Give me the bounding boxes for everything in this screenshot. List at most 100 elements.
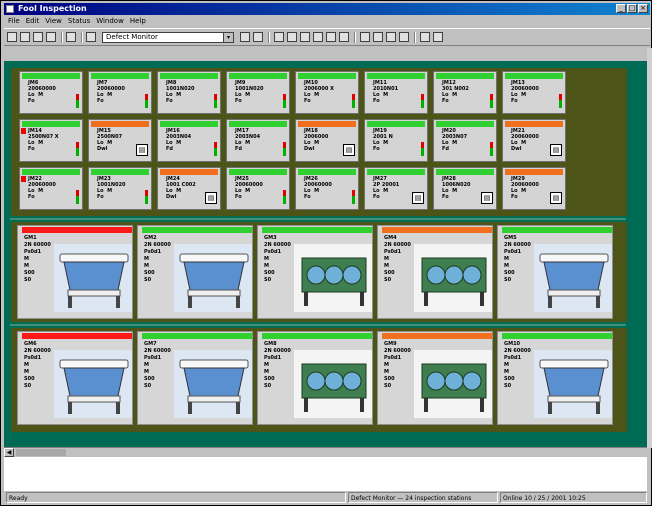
report-icon[interactable]: ▤ <box>136 144 148 156</box>
station-card[interactable]: JM20 2003N07 Lo M Fd <box>433 119 497 162</box>
machine-card[interactable]: GM9 2N 60000 Ps0d1 M M S00 S0 <box>377 331 493 425</box>
list-icon[interactable] <box>313 32 323 42</box>
machine-card[interactable]: GM6 2N 60000 Ps0d1 M M S00 S0 <box>17 331 133 425</box>
menu-edit[interactable]: Edit <box>26 16 40 26</box>
report-icon[interactable]: ▤ <box>343 144 355 156</box>
menu-window[interactable]: Window <box>96 16 124 26</box>
help-icon[interactable] <box>420 32 430 42</box>
small-station-group: JM6 20060000 Lo M Fo JM7 20060000 Lo M Fo… <box>11 68 627 216</box>
menu-help[interactable]: Help <box>130 16 146 26</box>
station-status-header <box>91 73 149 79</box>
station-info: JM18 2006000 Lo M Dwl <box>304 128 329 152</box>
station-card[interactable]: JM29 20060000 Lo M Fo ▤ <box>502 167 566 210</box>
cursor-icon[interactable] <box>274 32 284 42</box>
station-card[interactable]: JM28 1006N020 Lo M Fo ▤ <box>433 167 497 210</box>
machine-image <box>534 244 612 312</box>
open-icon[interactable] <box>20 32 30 42</box>
station-card[interactable]: JM23 1001N020 Lo M Fo <box>88 167 152 210</box>
down-icon[interactable] <box>386 32 396 42</box>
status-left: Ready <box>6 492 346 503</box>
report-icon[interactable]: ▤ <box>481 192 493 204</box>
station-card[interactable]: JM11 2010N01 Lo M Fo <box>364 71 428 114</box>
report-icon[interactable]: ▤ <box>412 192 424 204</box>
alarm-icon[interactable] <box>360 32 370 42</box>
scroll-thumb[interactable] <box>16 449 66 456</box>
zoom-icon[interactable] <box>66 32 76 42</box>
scroll-left-icon[interactable]: ◀ <box>4 448 14 457</box>
machine-status-header <box>22 333 132 339</box>
cut-icon[interactable] <box>287 32 297 42</box>
station-info: JM13 20060000 Lo M Fo <box>511 80 539 104</box>
machine-card[interactable]: GM10 2N 60000 Ps0d1 M M S00 S0 <box>497 331 613 425</box>
station-status-header <box>436 169 494 175</box>
maximize-button[interactable]: □ <box>627 4 637 13</box>
station-card[interactable]: JM26 20060000 Lo M Fo <box>295 167 359 210</box>
station-card[interactable]: JM19 2001 N Lo M Fo <box>364 119 428 162</box>
menu-view[interactable]: View <box>45 16 62 26</box>
station-info: JM11 2010N01 Lo M Fo <box>373 80 399 104</box>
station-card[interactable]: JM8 1001N020 Lo M Fo <box>157 71 221 114</box>
view-select[interactable]: Defect Monitor ▾ <box>102 32 234 43</box>
minimize-button[interactable]: _ <box>616 4 626 13</box>
station-card[interactable]: JM6 20060000 Lo M Fo <box>19 71 83 114</box>
machine-image <box>174 244 252 312</box>
status-right: Online 10 / 25 / 2001 10:25 <box>500 492 647 503</box>
new-icon[interactable] <box>7 32 17 42</box>
machine-card[interactable]: GM8 2N 60000 Ps0d1 M M S00 S0 <box>257 331 373 425</box>
up-icon[interactable] <box>399 32 409 42</box>
station-card[interactable]: JM13 20060000 Lo M Fo <box>502 71 566 114</box>
toolbar-separator <box>268 32 270 43</box>
level-bar-icon <box>352 190 355 204</box>
vertical-scrollbar[interactable] <box>647 48 652 448</box>
machine-card[interactable]: GM5 2N 60000 Ps0d1 M M S00 S0 <box>497 225 613 319</box>
station-card[interactable]: JM16 2003N04 Lo M Fd <box>157 119 221 162</box>
machine-card[interactable]: GM4 2N 60000 Ps0d1 M M S00 S0 <box>377 225 493 319</box>
station-info: JM27 2P 20001 Lo M Fo <box>373 176 400 200</box>
refresh-icon[interactable] <box>240 32 250 42</box>
machine-card[interactable]: GM1 2N 60000 Ps0d1 M M S00 S0 <box>17 225 133 319</box>
alarm-flag-icon <box>21 176 26 182</box>
horizontal-scrollbar[interactable]: ◀ <box>4 447 647 457</box>
filter-icon[interactable] <box>86 32 96 42</box>
menu-file[interactable]: File <box>8 16 20 26</box>
settings-icon[interactable] <box>433 32 443 42</box>
sort-icon[interactable] <box>373 32 383 42</box>
print-icon[interactable] <box>46 32 56 42</box>
machine-white-icon <box>534 350 612 418</box>
station-card[interactable]: JM14 2500N07 X Lo M Fo <box>19 119 83 162</box>
station-card[interactable]: JM9 1001N020 Lo M Fo <box>226 71 290 114</box>
station-card[interactable]: JM24 1001 C002 Lo M Dwl ▤ <box>157 167 221 210</box>
machine-card[interactable]: GM7 2N 60000 Ps0d1 M M S00 S0 <box>137 331 253 425</box>
station-card[interactable]: JM18 2006000 Lo M Dwl ▤ <box>295 119 359 162</box>
details-icon[interactable] <box>339 32 349 42</box>
station-status-header <box>505 169 563 175</box>
close-button[interactable]: × <box>638 4 648 13</box>
station-card[interactable]: JM27 2P 20001 Lo M Fo ▤ <box>364 167 428 210</box>
station-card[interactable]: JM15 2500N07 Lo M Dwl ▤ <box>88 119 152 162</box>
empty-area <box>4 457 647 491</box>
machine-status-header <box>22 227 132 233</box>
machine-card[interactable]: GM2 2N 60000 Ps0d1 M M S00 S0 <box>137 225 253 319</box>
station-card[interactable]: JM12 301 N002 Lo M Fo <box>433 71 497 114</box>
save-icon[interactable] <box>33 32 43 42</box>
station-card[interactable]: JM22 20060000 Lo M Fo <box>19 167 83 210</box>
chevron-down-icon[interactable]: ▾ <box>223 33 233 42</box>
report-icon[interactable]: ▤ <box>550 144 562 156</box>
machine-card[interactable]: GM3 2N 60000 Ps0d1 M M S00 S0 <box>257 225 373 319</box>
report-icon[interactable]: ▤ <box>205 192 217 204</box>
station-card[interactable]: JM25 20060000 Lo M Fo <box>226 167 290 210</box>
level-bar-alarm <box>214 94 217 100</box>
tile-icon[interactable] <box>326 32 336 42</box>
grid-icon[interactable] <box>300 32 310 42</box>
toolbar-separator <box>414 32 416 43</box>
station-card[interactable]: JM17 2003N04 Lo M Fd <box>226 119 290 162</box>
station-card[interactable]: JM21 20060000 Lo M Dwl ▤ <box>502 119 566 162</box>
machine-info: GM3 2N 60000 Ps0d1 M M S00 S0 <box>264 235 291 283</box>
stop-icon[interactable] <box>253 32 263 42</box>
station-card[interactable]: JM7 20060000 Lo M Fo <box>88 71 152 114</box>
station-status-header <box>298 169 356 175</box>
report-icon[interactable]: ▤ <box>550 192 562 204</box>
menu-status[interactable]: Status <box>68 16 90 26</box>
station-card[interactable]: JM10 2006000 X Lo M Fo <box>295 71 359 114</box>
machine-white-icon <box>174 350 252 418</box>
